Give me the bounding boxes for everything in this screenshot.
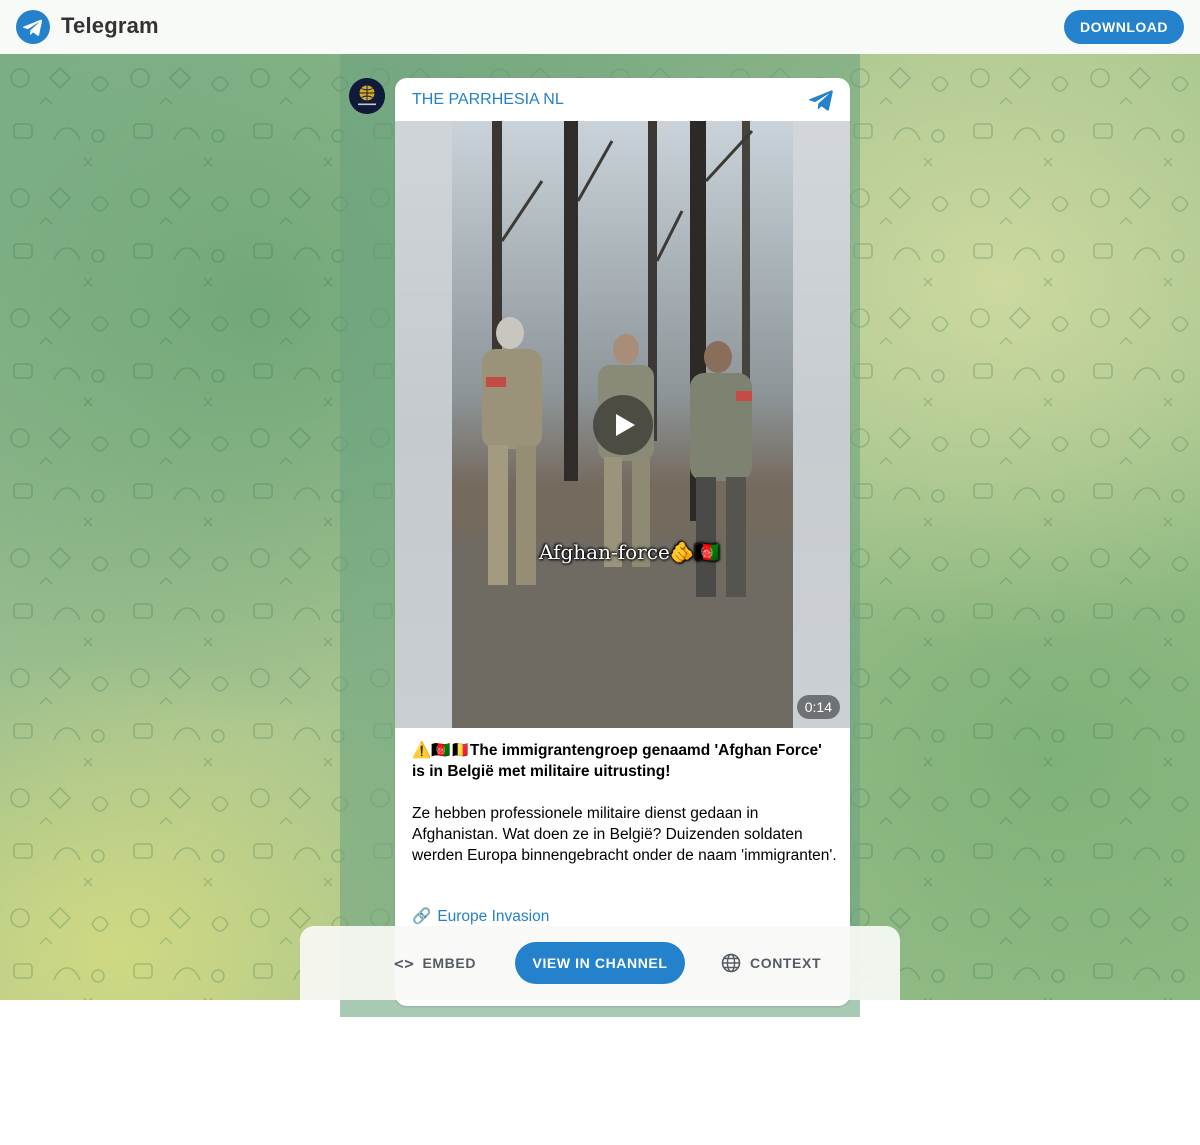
- video-player[interactable]: Afghan-force🫵🇦🇫 0:14: [395, 121, 850, 728]
- globe-icon: [721, 953, 741, 973]
- download-button[interactable]: DOWNLOAD: [1064, 10, 1184, 44]
- telegram-share-icon[interactable]: [808, 88, 834, 112]
- app-title[interactable]: Telegram: [61, 13, 159, 39]
- context-label: CONTEXT: [750, 955, 822, 971]
- channel-avatar[interactable]: [349, 78, 385, 114]
- globe-logo-icon: [349, 78, 385, 114]
- play-icon: [616, 414, 635, 436]
- link-label: Europe Invasion: [437, 908, 550, 925]
- embed-button[interactable]: <> EMBED: [394, 950, 476, 976]
- post-body: Ze hebben professionele militaire dienst…: [412, 805, 837, 864]
- video-duration-badge: 0:14: [796, 695, 840, 719]
- post-header: THE PARRHESIA NL: [395, 78, 850, 121]
- video-caption-overlay: Afghan-force🫵🇦🇫: [539, 540, 720, 564]
- context-button[interactable]: CONTEXT: [721, 950, 821, 976]
- embed-label: EMBED: [422, 955, 477, 971]
- europe-invasion-link[interactable]: 🔗 Europe Invasion: [412, 907, 549, 926]
- post-message-text: ⚠️🇦🇫🇧🇪The immigrantengroep genaamd 'Afgh…: [412, 740, 837, 866]
- code-icon: <>: [394, 953, 415, 973]
- top-bar: Telegram DOWNLOAD: [0, 0, 1200, 54]
- action-bar: <> EMBED VIEW IN CHANNEL CONTEXT: [300, 926, 900, 1000]
- post-headline: ⚠️🇦🇫🇧🇪The immigrantengroep genaamd 'Afgh…: [412, 742, 822, 780]
- post-card: THE PARRHESIA NL Afghan-force🫵🇦🇫 0:14 ⚠️…: [395, 78, 850, 1006]
- link-icon: 🔗: [412, 908, 432, 925]
- play-button[interactable]: [593, 395, 653, 455]
- telegram-logo-icon[interactable]: [16, 10, 50, 44]
- channel-name-link[interactable]: THE PARRHESIA NL: [412, 91, 564, 109]
- view-in-channel-button[interactable]: VIEW IN CHANNEL: [515, 942, 685, 984]
